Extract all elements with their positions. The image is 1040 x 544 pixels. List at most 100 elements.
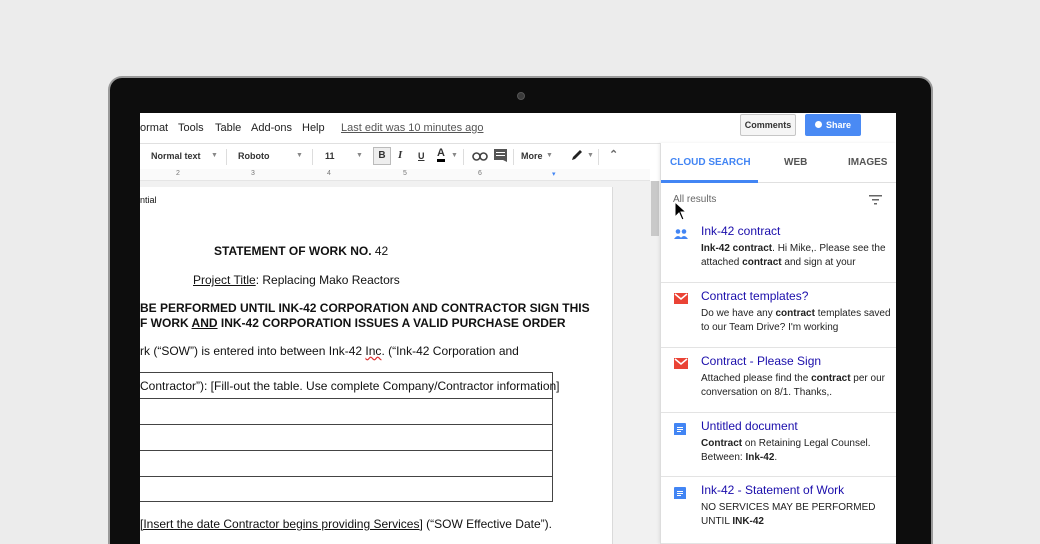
menu-table[interactable]: Table xyxy=(215,122,241,134)
search-result[interactable]: Contract - Please Sign Attached please f… xyxy=(661,348,896,413)
ruler-mark: 6 xyxy=(478,170,482,177)
title-text: STATEMENT OF WORK NO. xyxy=(214,244,372,258)
more-menu[interactable]: More xyxy=(521,151,543,161)
gmail-icon xyxy=(674,358,688,369)
formatting-toolbar: Normal text ▼ Roboto ▼ 11 ▼ B I U A ▼ Mo… xyxy=(140,143,660,168)
search-result[interactable]: Untitled document Contract on Retaining … xyxy=(661,413,896,477)
comment-icon[interactable] xyxy=(494,149,507,162)
share-label: Share xyxy=(825,120,851,130)
table-row[interactable] xyxy=(140,398,553,399)
table-row[interactable] xyxy=(140,476,553,477)
pencil-icon[interactable] xyxy=(570,148,584,162)
result-snippet: NO SERVICES MAY BE PERFORMED UNTIL INK-4… xyxy=(701,501,891,529)
chevron-down-icon: ▼ xyxy=(356,152,363,159)
result-title[interactable]: Untitled document xyxy=(701,419,798,433)
people-icon xyxy=(674,229,688,239)
toolbar-divider xyxy=(598,149,599,165)
project-label: Project Title xyxy=(193,273,256,287)
result-snippet: Attached please find the contract per ou… xyxy=(701,372,891,400)
intro-text: rk (“SOW”) is entered into between Ink-4… xyxy=(140,344,366,358)
project-value: : Replacing Mako Reactors xyxy=(255,273,400,287)
comments-button[interactable]: Comments xyxy=(740,114,796,136)
filter-icon[interactable] xyxy=(869,195,882,205)
toolbar-divider xyxy=(226,149,227,165)
project-title-line: Project Title: Replacing Mako Reactors xyxy=(193,273,400,287)
result-snippet: Do we have any contract templates saved … xyxy=(701,307,891,335)
chevron-down-icon: ▼ xyxy=(546,152,553,159)
ruler-mark: 4 xyxy=(327,170,331,177)
menu-help[interactable]: Help xyxy=(302,122,325,134)
warning-text: F WORK xyxy=(140,316,192,330)
collapse-icon[interactable]: ⌃ xyxy=(609,148,618,161)
snippet-text: . xyxy=(774,452,778,463)
search-result[interactable]: Contract templates? Do we have any contr… xyxy=(661,283,896,348)
tab-cloud-search[interactable]: CLOUD SEARCH xyxy=(670,157,751,168)
indent-marker-icon[interactable]: ▾ xyxy=(552,170,556,178)
effective-date-text: (“SOW Effective Date”). xyxy=(422,517,552,531)
document-page[interactable]: ntial STATEMENT OF WORK NO. 42 Project T… xyxy=(140,187,613,544)
explore-panel: CLOUD SEARCH WEB IMAGES All results Ink-… xyxy=(660,143,896,544)
result-title[interactable]: Ink-42 contract xyxy=(701,224,780,238)
table-row[interactable] xyxy=(140,450,553,451)
menu-format[interactable]: ormat xyxy=(140,122,168,134)
mouse-cursor-icon xyxy=(674,201,688,221)
screen: ormat Tools Table Add-ons Help Last edit… xyxy=(140,113,896,544)
result-title[interactable]: Contract templates? xyxy=(701,289,808,303)
chevron-down-icon: ▼ xyxy=(451,152,458,159)
ruler-mark: 3 xyxy=(251,170,255,177)
person-icon xyxy=(814,121,822,128)
search-result[interactable]: Ink-42 - Statement of Work NO SERVICES M… xyxy=(661,477,896,544)
menu-addons[interactable]: Add-ons xyxy=(251,122,292,134)
result-title[interactable]: Contract - Please Sign xyxy=(701,354,821,368)
snippet-text: and sign at your xyxy=(781,257,856,268)
snippet-highlight: Ink-42 contract xyxy=(701,243,773,254)
text-color-button[interactable]: A xyxy=(437,148,445,162)
docs-icon xyxy=(674,423,686,435)
result-title[interactable]: Ink-42 - Statement of Work xyxy=(701,483,844,497)
font-size-select[interactable]: 11 xyxy=(325,151,335,161)
italic-button[interactable]: I xyxy=(398,149,402,161)
snippet-highlight: Ink-42 xyxy=(745,452,775,463)
search-result[interactable]: Ink-42 contract Ink-42 contract. Hi Mike… xyxy=(661,218,896,283)
bold-button[interactable]: B xyxy=(373,147,391,165)
snippet-text: Attached please find the xyxy=(701,373,812,384)
result-snippet: Contract on Retaining Legal Counsel. Bet… xyxy=(701,437,891,465)
tab-web[interactable]: WEB xyxy=(784,157,807,168)
paragraph-style-select[interactable]: Normal text xyxy=(151,151,201,161)
last-edit-link[interactable]: Last edit was 10 minutes ago xyxy=(341,122,483,134)
link-icon[interactable] xyxy=(472,152,488,161)
active-tab-indicator xyxy=(661,180,758,183)
intro-text: . (“Ink-42 Corporation and xyxy=(381,344,519,358)
table-header-cell: Contractor”): [Fill-out the table. Use c… xyxy=(140,379,560,393)
ruler: 2 3 4 5 6 ▾ xyxy=(140,169,650,181)
effective-date-line: [Insert the date Contractor begins provi… xyxy=(140,517,552,531)
ruler-mark: 2 xyxy=(176,170,180,177)
snippet-highlight: contract xyxy=(775,308,815,319)
menu-tools[interactable]: Tools xyxy=(178,122,204,134)
misspelled-word[interactable]: Inc xyxy=(365,344,381,358)
panel-tabs: CLOUD SEARCH WEB IMAGES xyxy=(661,143,896,183)
table-row[interactable] xyxy=(140,424,553,425)
snippet-text: Do we have any xyxy=(701,308,776,319)
snippet-highlight: contract xyxy=(811,373,851,384)
ruler-mark: 5 xyxy=(403,170,407,177)
chevron-down-icon: ▼ xyxy=(211,152,218,159)
tab-images[interactable]: IMAGES xyxy=(848,157,887,168)
menu-bar: ormat Tools Table Add-ons Help Last edit… xyxy=(140,113,896,143)
snippet-text: NO SERVICES MAY BE PERFORMED UNTIL xyxy=(701,502,876,527)
docs-icon xyxy=(674,487,686,499)
underline-button[interactable]: U xyxy=(418,151,425,161)
scrollbar[interactable] xyxy=(651,181,659,236)
font-select[interactable]: Roboto xyxy=(238,151,270,161)
warning-and: AND xyxy=(191,316,218,330)
camera-icon xyxy=(517,92,525,100)
result-snippet: Ink-42 contract. Hi Mike,. Please see th… xyxy=(701,242,891,270)
chevron-down-icon: ▼ xyxy=(296,152,303,159)
header-note: ntial xyxy=(140,195,157,205)
warning-line-2: F WORK AND INK-42 CORPORATION ISSUES A V… xyxy=(140,316,566,330)
contractor-table[interactable]: Contractor”): [Fill-out the table. Use c… xyxy=(140,372,560,502)
share-button[interactable]: Share xyxy=(805,114,861,136)
warning-line-1: BE PERFORMED UNTIL INK-42 CORPORATION AN… xyxy=(140,301,590,315)
toolbar-divider xyxy=(513,149,514,165)
snippet-highlight: INK-42 xyxy=(732,516,764,527)
